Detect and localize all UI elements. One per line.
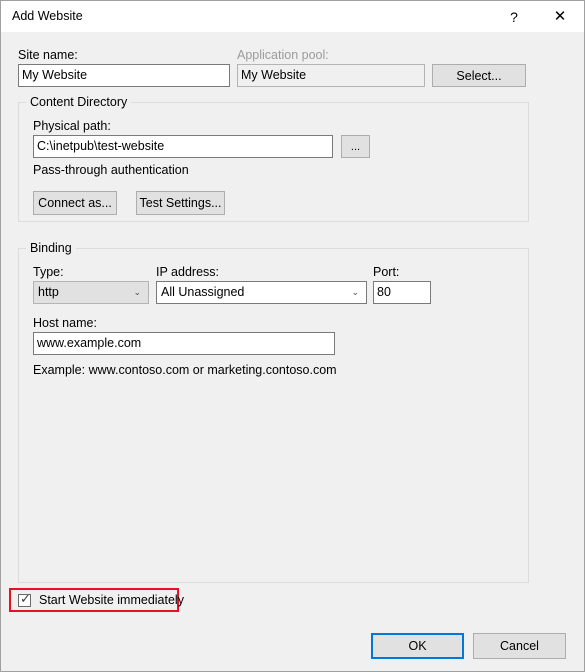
host-name-input[interactable]: www.example.com bbox=[33, 332, 335, 355]
port-input[interactable]: 80 bbox=[373, 281, 431, 304]
start-website-immediately-checkbox[interactable]: ✓ Start Website immediately bbox=[9, 588, 184, 612]
browse-physical-path-button[interactable]: ... bbox=[341, 135, 370, 158]
checkbox-box: ✓ bbox=[18, 590, 31, 607]
help-button[interactable]: ? bbox=[492, 1, 536, 32]
close-icon: ✕ bbox=[553, 8, 567, 25]
site-name-input[interactable]: My Website bbox=[18, 64, 230, 87]
ok-button[interactable]: OK bbox=[371, 633, 464, 659]
host-name-label: Host name: bbox=[33, 316, 97, 330]
chevron-down-icon: ⌄ bbox=[133, 287, 141, 297]
question-mark-icon: ? bbox=[510, 8, 518, 25]
type-combobox-value: http bbox=[38, 285, 59, 299]
type-combobox[interactable]: http ⌄ bbox=[33, 281, 149, 304]
ip-address-combobox[interactable]: All Unassigned ⌄ bbox=[156, 281, 367, 304]
physical-path-label: Physical path: bbox=[33, 119, 111, 133]
type-label: Type: bbox=[33, 265, 64, 279]
binding-caption: Binding bbox=[26, 241, 76, 255]
title-bar: Add Website ? ✕ bbox=[1, 1, 584, 32]
test-settings-button[interactable]: Test Settings... bbox=[136, 191, 225, 215]
application-pool-label: Application pool: bbox=[237, 48, 329, 62]
checkmark-icon: ✓ bbox=[20, 590, 31, 606]
port-label: Port: bbox=[373, 265, 400, 279]
connect-as-button[interactable]: Connect as... bbox=[33, 191, 117, 215]
select-app-pool-button[interactable]: Select... bbox=[432, 64, 526, 87]
cancel-button[interactable]: Cancel bbox=[473, 633, 566, 659]
start-website-immediately-label: Start Website immediately bbox=[39, 593, 184, 607]
application-pool-input: My Website bbox=[237, 64, 425, 87]
add-website-dialog: Add Website ? ✕ Site name: My Website Ap… bbox=[0, 0, 585, 672]
window-title: Add Website bbox=[12, 9, 83, 23]
chevron-down-icon: ⌄ bbox=[351, 287, 359, 297]
pass-through-authentication-label: Pass-through authentication bbox=[33, 163, 189, 177]
close-button[interactable]: ✕ bbox=[538, 1, 582, 32]
content-directory-caption: Content Directory bbox=[26, 95, 132, 109]
physical-path-input[interactable]: C:\inetpub\test-website bbox=[33, 135, 333, 158]
site-name-label: Site name: bbox=[18, 48, 78, 62]
host-name-example-hint: Example: www.contoso.com or marketing.co… bbox=[33, 363, 337, 377]
ip-address-label: IP address: bbox=[156, 265, 220, 279]
ip-address-combobox-value: All Unassigned bbox=[161, 285, 245, 299]
